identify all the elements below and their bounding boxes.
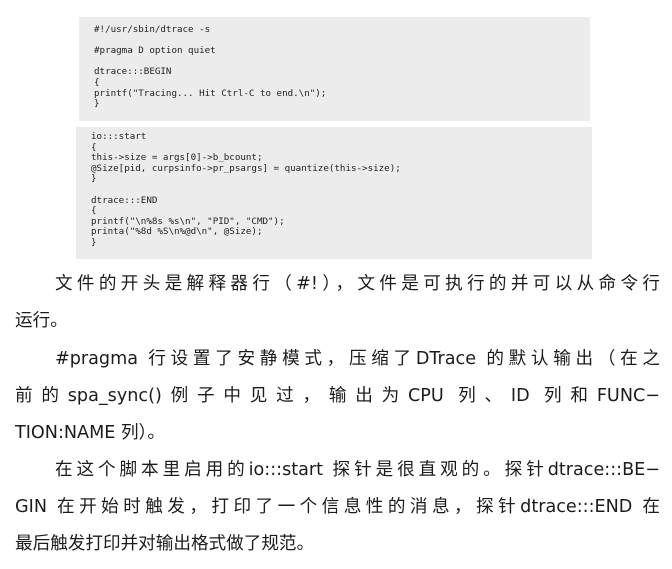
paragraph-line: 前的spa_sync()例子中见过，输出为CPU 列、ID 列和FUNC− bbox=[15, 386, 660, 406]
paragraph-line: 在这个脚本里启用的io:::start 探针是很直观的。探针dtrace:::B… bbox=[55, 460, 660, 480]
code-line: printf("Tracing... Hit Ctrl-C to end.\n"… bbox=[94, 87, 327, 99]
code-line: ​ bbox=[91, 185, 592, 196]
paragraph-line: #pragma 行设置了安静模式，压缩了DTrace 的默认输出（在之 bbox=[55, 349, 660, 369]
code-line: io:::start bbox=[91, 131, 147, 142]
code-block-dtrace-header: #!/usr/sbin/dtrace -s​#pragma D option q… bbox=[79, 17, 590, 121]
paragraph-line: TION:NAME 列）。 bbox=[15, 423, 165, 443]
code-line: dtrace:::BEGIN bbox=[94, 66, 172, 78]
paragraph-interpreter-line: 文件的开头是解释器行（#!），文件是可执行的并可以从命令行 运行。 bbox=[15, 266, 660, 340]
paragraph-pragma-quiet: #pragma 行设置了安静模式，压缩了DTrace 的默认输出（在之 前的sp… bbox=[15, 341, 660, 452]
paragraph-line: GIN 在开始时触发，打印了一个信息性的消息，探针dtrace:::END 在 bbox=[15, 497, 660, 517]
code-line: } bbox=[94, 98, 100, 110]
paragraph-line: 运行。 bbox=[15, 311, 68, 331]
code-line: #pragma D option quiet bbox=[94, 45, 216, 57]
paragraph-probes: 在这个脚本里启用的io:::start 探针是很直观的。探针dtrace:::B… bbox=[15, 452, 660, 563]
code-line: #!/usr/sbin/dtrace -s bbox=[94, 24, 211, 35]
code-line: printa("%8d %S\n%@d\n", @Size); bbox=[91, 226, 263, 238]
code-line: dtrace:::END bbox=[91, 194, 158, 206]
code-line: @Size[pid, curpsinfo->pr_psargs] = quant… bbox=[91, 162, 401, 174]
code-block-io-probes: io:::start{ this->size = args[0]->b_bcou… bbox=[76, 127, 592, 259]
paragraph-line: 文件的开头是解释器行（#!），文件是可执行的并可以从命令行 bbox=[55, 274, 660, 294]
code-line: { bbox=[94, 76, 100, 88]
paragraph-line: 最后触发打印并对输出格式做了规范。 bbox=[15, 534, 315, 554]
code-line: } bbox=[91, 236, 97, 248]
code-line: } bbox=[91, 173, 97, 185]
